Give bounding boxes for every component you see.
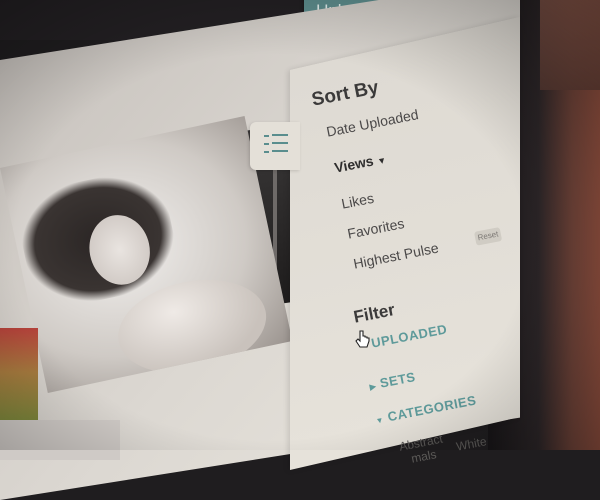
filter-list-icon-mark (264, 135, 269, 137)
hand-pointer-icon (355, 330, 370, 348)
filter-list-icon-line (272, 142, 288, 144)
caret-down-icon: ▼ (374, 415, 385, 426)
filter-list-icon-mark (264, 143, 269, 145)
filter-list-icon[interactable] (262, 130, 292, 158)
background-glow (540, 0, 600, 90)
caret-right-icon: ▶ (368, 381, 378, 392)
filter-list-icon-mark (264, 151, 269, 153)
filter-list-icon-line (272, 134, 288, 136)
category-item-black-white[interactable]: White (455, 434, 488, 454)
photo-thumbnail[interactable] (0, 420, 120, 460)
caret-down-icon: ▼ (376, 154, 388, 167)
filter-list-icon-line (272, 150, 288, 152)
